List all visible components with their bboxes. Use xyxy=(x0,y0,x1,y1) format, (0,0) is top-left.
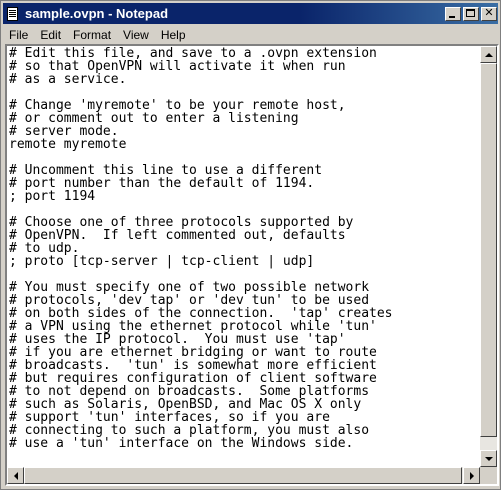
horizontal-scroll-thumb[interactable] xyxy=(24,467,462,484)
menu-edit[interactable]: Edit xyxy=(34,28,67,42)
size-grip xyxy=(480,467,497,484)
scroll-left-button[interactable] xyxy=(7,467,24,484)
text-line[interactable]: ; port 1194 xyxy=(9,190,480,203)
minimize-icon xyxy=(449,15,455,18)
menu-format[interactable]: Format xyxy=(67,28,117,42)
minimize-button[interactable] xyxy=(445,6,461,21)
document-text[interactable]: # Edit this file, and save to a .ovpn ex… xyxy=(7,46,480,450)
text-line[interactable]: # use a 'tun' interface on the Windows s… xyxy=(9,437,480,450)
window-title: sample.ovpn - Notepad xyxy=(25,6,169,21)
scroll-up-icon xyxy=(484,52,493,57)
notepad-window: sample.ovpn - Notepad ✕ File Edit Format… xyxy=(0,0,501,490)
vertical-scroll-thumb[interactable] xyxy=(480,63,497,437)
text-line[interactable]: # OpenVPN. If left commented out, defaul… xyxy=(9,229,480,242)
menu-bar: File Edit Format View Help xyxy=(3,26,498,43)
text-line[interactable]: # as a service. xyxy=(9,73,480,86)
title-bar[interactable]: sample.ovpn - Notepad ✕ xyxy=(3,3,498,24)
menu-view[interactable]: View xyxy=(117,28,155,42)
menu-file[interactable]: File xyxy=(3,28,34,42)
scroll-up-button[interactable] xyxy=(480,46,497,63)
scroll-down-icon xyxy=(484,456,493,461)
close-button[interactable]: ✕ xyxy=(481,6,497,21)
scroll-right-icon xyxy=(469,471,474,480)
menu-help[interactable]: Help xyxy=(155,28,192,42)
scroll-left-icon xyxy=(13,471,18,480)
text-editor[interactable]: # Edit this file, and save to a .ovpn ex… xyxy=(5,44,499,486)
horizontal-scrollbar[interactable] xyxy=(7,467,480,484)
text-line[interactable]: ; proto [tcp-server | tcp-client | udp] xyxy=(9,255,480,268)
text-area[interactable]: # Edit this file, and save to a .ovpn ex… xyxy=(7,46,480,467)
vertical-scrollbar[interactable] xyxy=(480,46,497,467)
scroll-down-button[interactable] xyxy=(480,450,497,467)
notepad-icon[interactable] xyxy=(5,6,21,22)
close-icon: ✕ xyxy=(484,7,494,19)
text-line[interactable]: remote myremote xyxy=(9,138,480,151)
scroll-right-button[interactable] xyxy=(463,467,480,484)
maximize-icon xyxy=(466,8,475,17)
maximize-button[interactable] xyxy=(463,6,479,21)
